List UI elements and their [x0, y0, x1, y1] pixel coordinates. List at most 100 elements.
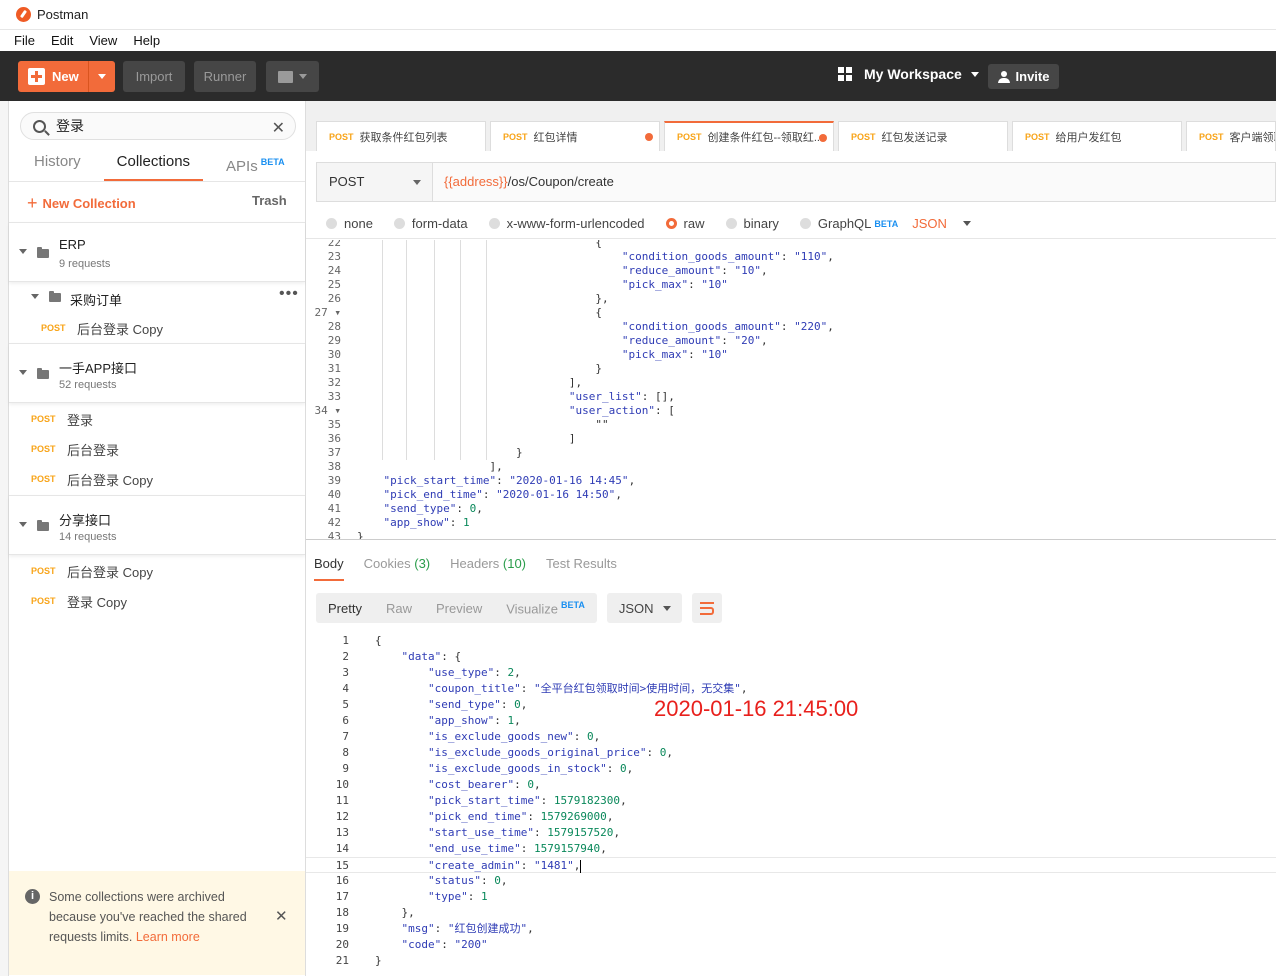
search-box[interactable]: ✕ — [20, 112, 296, 140]
view-preview-button[interactable]: Preview — [424, 601, 494, 616]
caret-down-icon — [299, 74, 307, 79]
tab-apis[interactable]: APIs BETA — [213, 151, 298, 181]
runner-button[interactable]: Runner — [194, 61, 256, 92]
line-number: 18 — [335, 906, 349, 919]
radio-form-data[interactable]: form-data — [393, 216, 468, 231]
line-number: 37 — [327, 446, 341, 459]
line-number: 19 — [335, 922, 349, 935]
request-item[interactable]: POST 后台登录 — [9, 434, 305, 464]
unsaved-dot-icon — [645, 133, 653, 141]
new-dropdown-button[interactable] — [88, 61, 115, 92]
close-icon[interactable]: ✕ — [275, 907, 288, 925]
request-item[interactable]: POST 登录 — [9, 404, 305, 434]
trash-button[interactable]: Trash — [252, 193, 287, 208]
line-text: "app_show": 1, — [427, 714, 521, 727]
line-number: 5 — [342, 698, 349, 711]
line-number: 15 — [335, 859, 349, 872]
code-line: 32 ], — [306, 376, 1276, 390]
response-body[interactable]: 1{2 "data": {3 "use_type": 2, 4 "coupon_t… — [306, 633, 1276, 976]
radio-icon — [725, 218, 737, 229]
search-input[interactable] — [56, 118, 256, 134]
collection-app[interactable]: 一手APP接口 52 requests — [9, 343, 305, 403]
tab-body[interactable]: Body — [314, 541, 344, 581]
import-button[interactable]: Import — [123, 61, 185, 92]
request-tab-active[interactable]: POST 创建条件红包--领取红... — [664, 121, 834, 151]
more-icon[interactable]: ••• — [279, 285, 299, 303]
request-item[interactable]: POST 后台登录 Copy — [9, 313, 305, 343]
view-pretty-button[interactable]: Pretty — [316, 601, 374, 616]
request-tabs: POST 获取条件红包列表 POST 红包详情 POST 创建条件红包--领取红… — [306, 101, 1276, 151]
collection-erp[interactable]: ERP 9 requests — [9, 222, 305, 282]
line-text: "is_exclude_goods_new": 0, — [427, 730, 601, 743]
tab-collections[interactable]: Collections — [103, 151, 204, 181]
line-number: 30 — [327, 348, 341, 361]
invite-button[interactable]: Invite — [988, 64, 1059, 89]
line-number: 27 ▾ — [314, 306, 342, 319]
collection-share[interactable]: 分享接口 14 requests — [9, 495, 305, 555]
code-line: 36 ] — [306, 432, 1276, 446]
tab-method: POST — [1199, 131, 1224, 142]
workspace-switcher[interactable]: My Workspace — [838, 66, 979, 82]
tab-title: 获取条件红包列表 — [359, 131, 448, 144]
view-raw-button[interactable]: Raw — [374, 601, 424, 616]
radio-binary[interactable]: binary — [725, 216, 779, 231]
radio-urlencoded[interactable]: x-www-form-urlencoded — [488, 216, 645, 231]
menu-edit[interactable]: Edit — [43, 33, 81, 48]
tab-headers[interactable]: Headers (10) — [450, 541, 526, 581]
request-item[interactable]: POST 登录 Copy — [9, 586, 305, 616]
request-item[interactable]: POST 后台登录 Copy — [9, 464, 305, 494]
request-tab[interactable]: POST 红包发送记录 — [838, 121, 1008, 151]
learn-more-link[interactable]: Learn more — [136, 930, 200, 944]
radio-graphql[interactable]: GraphQL BETA — [799, 216, 898, 231]
line-text: "send_type": 0, — [427, 698, 528, 711]
request-tab[interactable]: POST 客户端领取 — [1186, 121, 1276, 151]
line-number: 12 — [335, 810, 349, 823]
line-text: "is_exclude_goods_in_stock": 0, — [427, 762, 634, 775]
request-item[interactable]: POST 后台登录 Copy — [9, 556, 305, 586]
line-text: "type": 1 — [427, 890, 488, 903]
line-text: "pick_end_time": 1579269000, — [427, 810, 614, 823]
menu-file[interactable]: File — [6, 33, 43, 48]
radio-icon — [393, 218, 405, 229]
close-icon[interactable]: ✕ — [272, 118, 285, 138]
request-tab[interactable]: POST 给用户发红包 — [1012, 121, 1182, 151]
sidebar-tabs: History Collections APIs BETA — [9, 151, 305, 181]
response-format-select[interactable]: JSON — [606, 593, 682, 623]
tab-history[interactable]: History — [21, 151, 94, 181]
chevron-down-icon[interactable] — [19, 522, 27, 527]
archived-notice: i Some collections were archived because… — [9, 871, 305, 975]
view-visualize-button[interactable]: Visualize BETA — [494, 600, 597, 616]
url-input[interactable]: {{address}}/os/Coupon/create — [444, 163, 614, 201]
method-badge: POST — [31, 566, 56, 576]
request-tab[interactable]: POST 红包详情 — [490, 121, 660, 151]
folder-row[interactable]: 采购订单 ••• — [9, 281, 305, 313]
menu-help[interactable]: Help — [125, 33, 168, 48]
new-button[interactable]: New — [18, 61, 115, 92]
chevron-down-icon[interactable] — [31, 294, 39, 299]
body-format-select[interactable]: JSON — [912, 216, 971, 231]
new-window-icon — [278, 70, 293, 83]
new-window-button[interactable] — [266, 61, 319, 92]
radio-raw[interactable]: raw — [665, 216, 705, 231]
tab-test-results[interactable]: Test Results — [546, 541, 617, 581]
wrap-lines-button[interactable] — [691, 593, 722, 623]
request-body-editor[interactable]: 22 {23 "condition_goods_amount": "110", 2… — [306, 240, 1276, 540]
response-line: 4 "coupon_title": "全平台红包领取时间>使用时间，无交集", — [306, 681, 1276, 697]
tab-cookies[interactable]: Cookies (3) — [364, 541, 430, 581]
tab-method: POST — [1025, 131, 1050, 142]
new-collection-button[interactable]: + New Collection — [27, 193, 136, 214]
chevron-down-icon[interactable] — [19, 370, 27, 375]
method-badge: POST — [31, 444, 56, 454]
line-text: "pick_max": "10" — [621, 278, 728, 291]
line-number: 28 — [327, 320, 341, 333]
cookies-count: (3) — [414, 556, 431, 571]
method-select[interactable]: POST — [317, 163, 433, 201]
workspace-name: My Workspace — [864, 66, 962, 82]
title-bar: Postman — [0, 0, 1276, 30]
request-tab[interactable]: POST 获取条件红包列表 — [316, 121, 486, 151]
code-line: 43} — [306, 530, 1276, 539]
tab-method: POST — [329, 131, 354, 142]
menu-view[interactable]: View — [81, 33, 125, 48]
chevron-down-icon[interactable] — [19, 249, 27, 254]
radio-none[interactable]: none — [326, 216, 373, 231]
